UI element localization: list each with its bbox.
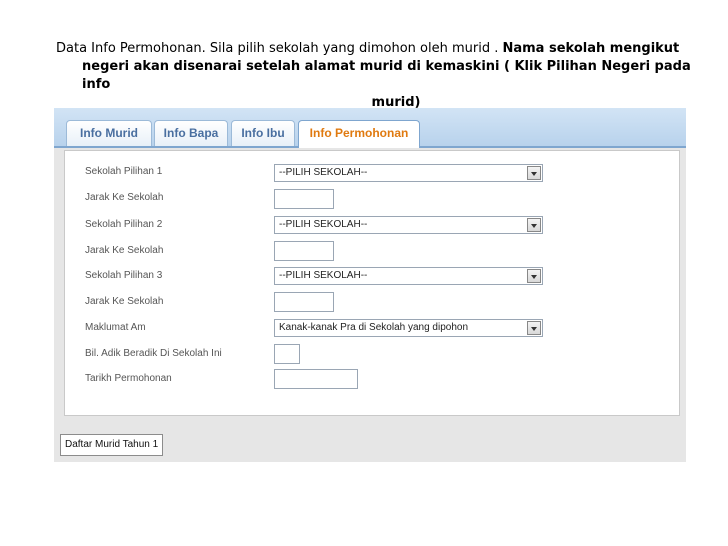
input-jarak-1[interactable] bbox=[274, 189, 334, 209]
label-jarak-2: Jarak Ke Sekolah bbox=[85, 245, 164, 256]
select-sekolah-2-value: --PILIH SEKOLAH-- bbox=[279, 219, 368, 230]
label-sekolah-pilihan-3: Sekolah Pilihan 3 bbox=[85, 270, 163, 281]
daftar-murid-button[interactable]: Daftar Murid Tahun 1 bbox=[60, 434, 164, 456]
input-jarak-3[interactable] bbox=[274, 292, 334, 312]
label-jarak-3: Jarak Ke Sekolah bbox=[85, 296, 164, 307]
select-maklumat-am[interactable]: Kanak-kanak Pra di Sekolah yang dipohon bbox=[274, 319, 543, 337]
label-jarak-1: Jarak Ke Sekolah bbox=[85, 192, 164, 203]
tab-info-permohonan[interactable]: Info Permohonan bbox=[298, 120, 420, 148]
instruction-caption: Data Info Permohonan. Sila pilih sekolah… bbox=[56, 40, 696, 112]
tab-info-ibu[interactable]: Info Ibu bbox=[231, 120, 295, 146]
select-maklumat-am-value: Kanak-kanak Pra di Sekolah yang dipohon bbox=[279, 322, 469, 333]
tab-bar: Info Murid Info Bapa Info Ibu Info Permo… bbox=[54, 108, 686, 148]
select-sekolah-pilihan-3[interactable]: --PILIH SEKOLAH-- bbox=[274, 267, 543, 285]
tab-info-bapa[interactable]: Info Bapa bbox=[154, 120, 228, 146]
label-maklumat-am: Maklumat Am bbox=[85, 322, 146, 333]
input-jarak-2[interactable] bbox=[274, 241, 334, 261]
chevron-down-icon bbox=[527, 166, 541, 180]
input-bil-adik-beradik[interactable] bbox=[274, 344, 300, 364]
label-bil-adik-beradik: Bil. Adik Beradik Di Sekolah Ini bbox=[85, 348, 222, 359]
select-sekolah-pilihan-2[interactable]: --PILIH SEKOLAH-- bbox=[274, 216, 543, 234]
label-sekolah-pilihan-1: Sekolah Pilihan 1 bbox=[85, 166, 163, 177]
caption-bold-2: negeri akan disenarai setelah alamat mur… bbox=[82, 59, 691, 92]
label-sekolah-pilihan-2: Sekolah Pilihan 2 bbox=[85, 219, 163, 230]
chevron-down-icon bbox=[527, 218, 541, 232]
application-panel: Info Murid Info Bapa Info Ibu Info Permo… bbox=[54, 108, 686, 462]
caption-bold-1: Nama sekolah mengikut bbox=[502, 41, 680, 56]
select-sekolah-pilihan-1[interactable]: --PILIH SEKOLAH-- bbox=[274, 164, 543, 182]
caption-text: Data Info Permohonan. Sila pilih sekolah… bbox=[56, 41, 499, 56]
tab-info-murid[interactable]: Info Murid bbox=[66, 120, 152, 146]
label-tarikh-permohonan: Tarikh Permohonan bbox=[85, 373, 172, 384]
select-sekolah-3-value: --PILIH SEKOLAH-- bbox=[279, 270, 368, 281]
application-form: Sekolah Pilihan 1 --PILIH SEKOLAH-- Jara… bbox=[64, 150, 680, 416]
chevron-down-icon bbox=[527, 269, 541, 283]
input-tarikh-permohonan[interactable] bbox=[274, 369, 358, 389]
chevron-down-icon bbox=[527, 321, 541, 335]
select-sekolah-1-value: --PILIH SEKOLAH-- bbox=[279, 167, 368, 178]
